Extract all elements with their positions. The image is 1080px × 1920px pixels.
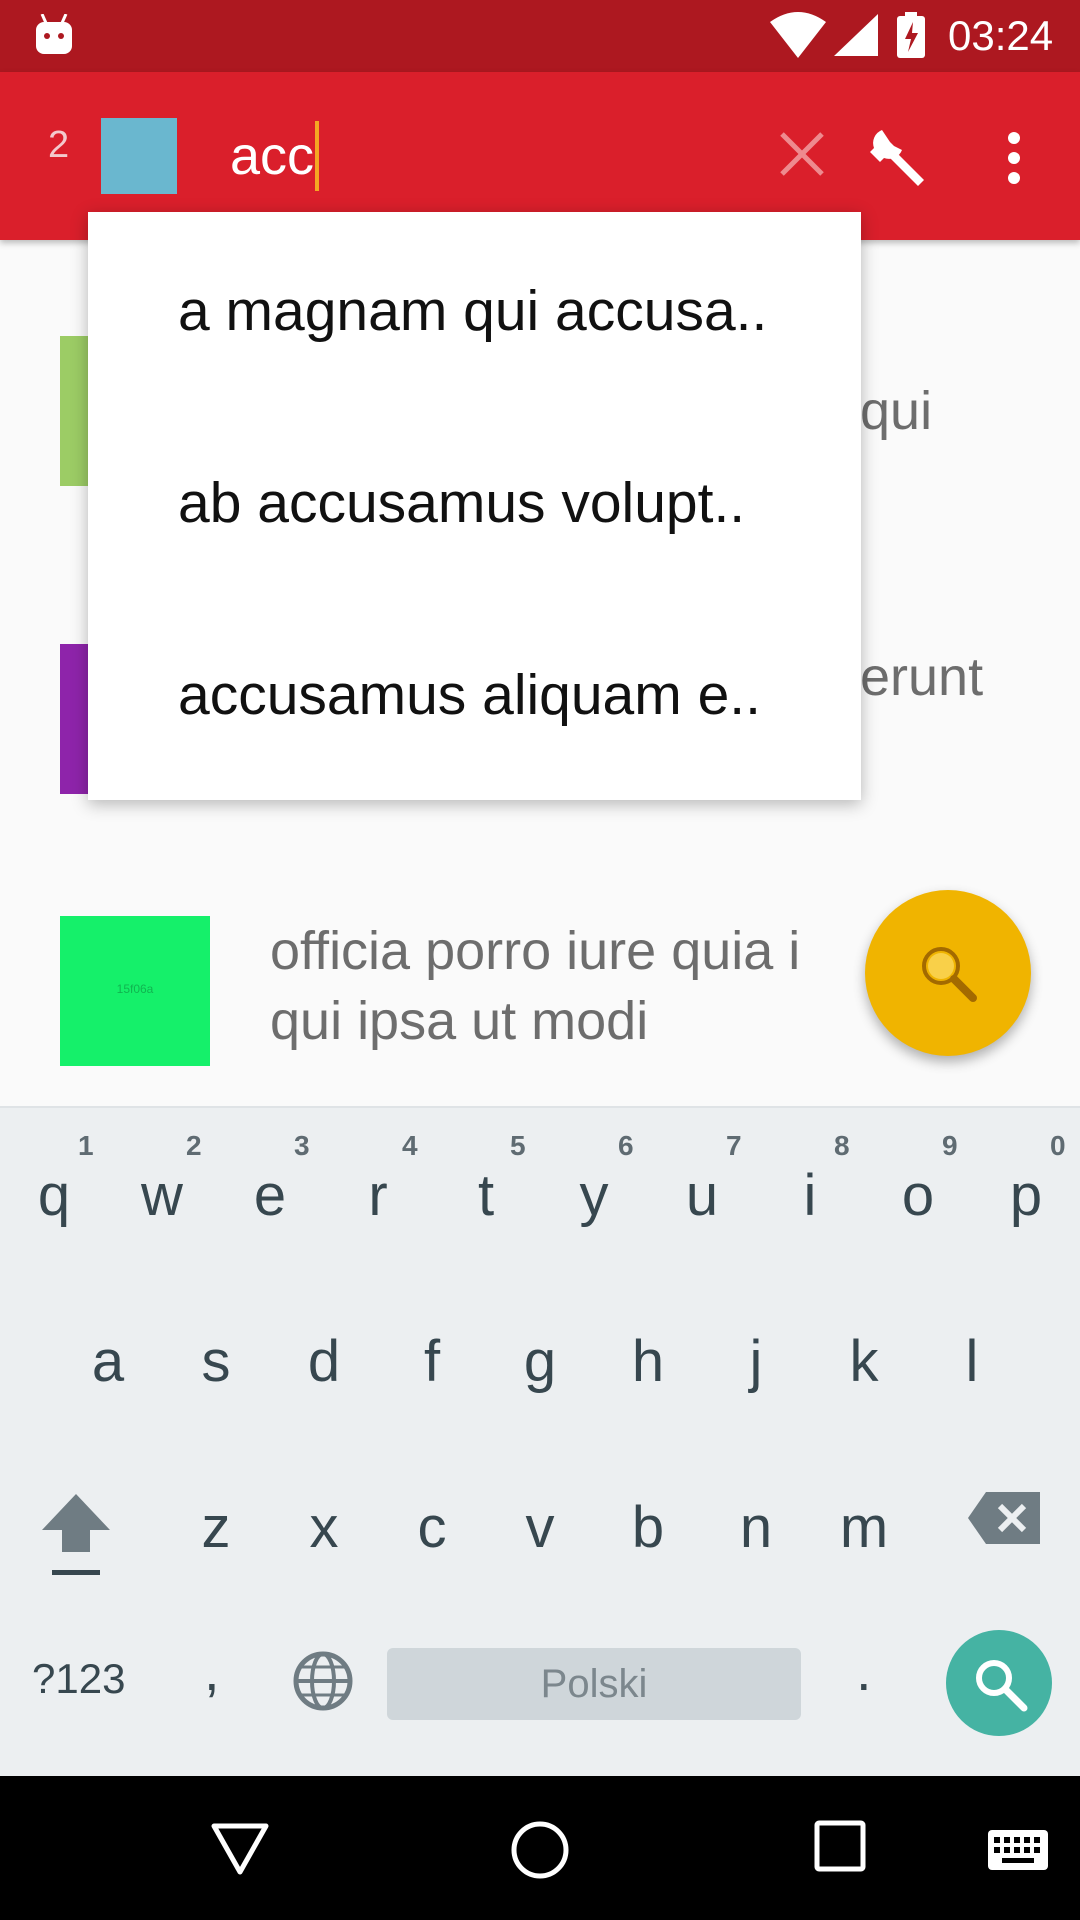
key-hint: 4	[402, 1130, 418, 1161]
backspace-icon[interactable]	[966, 1490, 1042, 1546]
key-hint: 1	[78, 1130, 94, 1161]
key-hint: 3	[294, 1130, 310, 1161]
key-v[interactable]: v	[500, 1494, 580, 1561]
key-k[interactable]: k	[824, 1328, 904, 1395]
period-key[interactable]: .	[856, 1638, 872, 1703]
key-hint: 7	[726, 1130, 742, 1161]
key-hint: 9	[942, 1130, 958, 1161]
key-a[interactable]: a	[68, 1328, 148, 1395]
key-z[interactable]: z	[176, 1494, 256, 1561]
shift-icon[interactable]	[38, 1490, 114, 1580]
suggestion-item[interactable]: a magnam qui accusa..	[178, 278, 838, 344]
key-t[interactable]: t	[446, 1162, 526, 1229]
key-m[interactable]: m	[824, 1494, 904, 1561]
android-debug-icon	[36, 14, 72, 54]
key-n[interactable]: n	[716, 1494, 796, 1561]
key-b[interactable]: b	[608, 1494, 688, 1561]
text-cursor	[315, 121, 320, 191]
back-icon[interactable]	[210, 1820, 270, 1876]
recents-icon[interactable]	[814, 1820, 866, 1872]
color-swatch: 15f06a	[60, 916, 210, 1066]
result-count: 2	[48, 124, 70, 166]
search-input[interactable]: acc	[230, 121, 320, 191]
key-c[interactable]: c	[392, 1494, 472, 1561]
keyboard-icon[interactable]	[986, 1828, 1050, 1872]
key-p[interactable]: p	[986, 1162, 1066, 1229]
search-icon	[976, 1660, 1028, 1712]
wrench-icon[interactable]	[868, 126, 928, 186]
search-key[interactable]	[946, 1630, 1052, 1736]
key-h[interactable]: h	[608, 1328, 688, 1395]
comma-key[interactable]: ,	[204, 1638, 220, 1703]
key-y[interactable]: y	[554, 1162, 634, 1229]
globe-icon[interactable]	[292, 1650, 354, 1712]
space-bar[interactable]: Polski	[387, 1648, 801, 1720]
key-hint: 2	[186, 1130, 202, 1161]
key-hint: 6	[618, 1130, 634, 1161]
key-o[interactable]: o	[878, 1162, 958, 1229]
key-d[interactable]: d	[284, 1328, 364, 1395]
key-w[interactable]: w	[122, 1162, 202, 1229]
search-query-text: acc	[230, 126, 315, 186]
list-item-title: qui	[860, 381, 933, 441]
key-q[interactable]: q	[14, 1162, 94, 1229]
key-x[interactable]: x	[284, 1494, 364, 1561]
symbols-key[interactable]: ?123	[32, 1655, 125, 1703]
suggestion-dropdown: a magnam qui accusa.. ab accusamus volup…	[88, 212, 861, 800]
key-s[interactable]: s	[176, 1328, 256, 1395]
clock: 03:24	[948, 12, 1054, 59]
suggestion-item[interactable]: accusamus aliquam e..	[178, 662, 838, 728]
key-hint: 0	[1050, 1130, 1066, 1161]
thumbnail[interactable]	[101, 118, 177, 194]
signal-icon	[834, 14, 878, 56]
wifi-icon	[770, 12, 826, 58]
navigation-bar	[0, 1776, 1080, 1920]
list-item-title: erunt	[860, 647, 984, 707]
soft-keyboard: q 1 w 2 e 3 r 4 t 5 y 6 u 7 i 8 o 9 p 0 …	[0, 1106, 1080, 1778]
key-e[interactable]: e	[230, 1162, 310, 1229]
status-bar: 03:24	[0, 0, 1080, 72]
key-i[interactable]: i	[770, 1162, 850, 1229]
key-r[interactable]: r	[338, 1162, 418, 1229]
close-icon[interactable]	[776, 128, 828, 180]
more-vert-icon[interactable]	[1000, 130, 1028, 186]
key-l[interactable]: l	[932, 1328, 1012, 1395]
key-g[interactable]: g	[500, 1328, 580, 1395]
key-f[interactable]: f	[392, 1328, 472, 1395]
search-icon	[922, 947, 977, 1002]
battery-charging-icon	[897, 12, 925, 58]
home-icon[interactable]	[510, 1820, 570, 1880]
swatch-label: 15f06a	[116, 982, 154, 996]
key-hint: 5	[510, 1130, 526, 1161]
key-hint: 8	[834, 1130, 850, 1161]
search-fab[interactable]	[865, 890, 1031, 1056]
key-u[interactable]: u	[662, 1162, 742, 1229]
suggestion-item[interactable]: ab accusamus volupt..	[178, 470, 838, 536]
key-j[interactable]: j	[716, 1328, 796, 1395]
